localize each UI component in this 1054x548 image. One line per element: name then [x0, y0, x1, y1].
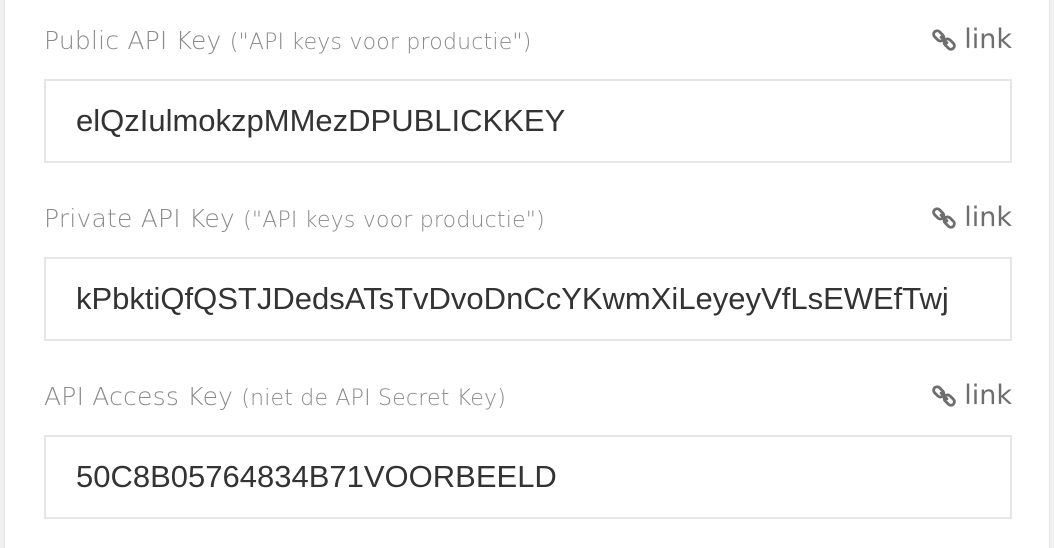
link-icon — [932, 28, 957, 51]
private-api-key-label: Private API Key ("API keys voor producti… — [44, 204, 545, 233]
private-api-key-label-row: Private API Key ("API keys voor producti… — [44, 200, 1012, 240]
link-icon — [932, 384, 957, 407]
public-api-key-label-row: Public API Key ("API keys voor productie… — [44, 22, 1012, 62]
private-api-key-input[interactable] — [44, 257, 1012, 341]
api-keys-panel: Public API Key ("API keys voor productie… — [4, 0, 1050, 548]
link-icon — [932, 206, 957, 229]
api-access-key-field: API Access Key (niet de API Secret Key) … — [44, 378, 1012, 519]
api-access-key-hint: (niet de API Secret Key) — [241, 386, 506, 411]
api-access-key-label: API Access Key (niet de API Secret Key) — [44, 382, 506, 411]
public-api-key-link[interactable]: link — [930, 24, 1012, 55]
public-api-key-label-text: Public API Key — [44, 26, 222, 55]
private-api-key-link-text: link — [964, 202, 1012, 233]
public-api-key-label: Public API Key ("API keys voor productie… — [44, 26, 532, 55]
private-api-key-field: Private API Key ("API keys voor producti… — [44, 200, 1012, 341]
api-access-key-input[interactable] — [44, 435, 1012, 519]
public-api-key-hint: ("API keys voor productie") — [229, 30, 532, 55]
private-api-key-link[interactable]: link — [930, 202, 1012, 233]
public-api-key-field: Public API Key ("API keys voor productie… — [44, 22, 1012, 163]
api-access-key-link-text: link — [964, 380, 1012, 411]
private-api-key-label-text: Private API Key — [44, 204, 235, 233]
public-api-key-link-text: link — [964, 24, 1012, 55]
api-access-key-label-row: API Access Key (niet de API Secret Key) … — [44, 378, 1012, 418]
public-api-key-input[interactable] — [44, 79, 1012, 163]
api-access-key-label-text: API Access Key — [44, 382, 234, 411]
private-api-key-hint: ("API keys voor productie") — [243, 208, 545, 233]
api-access-key-link[interactable]: link — [930, 380, 1012, 411]
